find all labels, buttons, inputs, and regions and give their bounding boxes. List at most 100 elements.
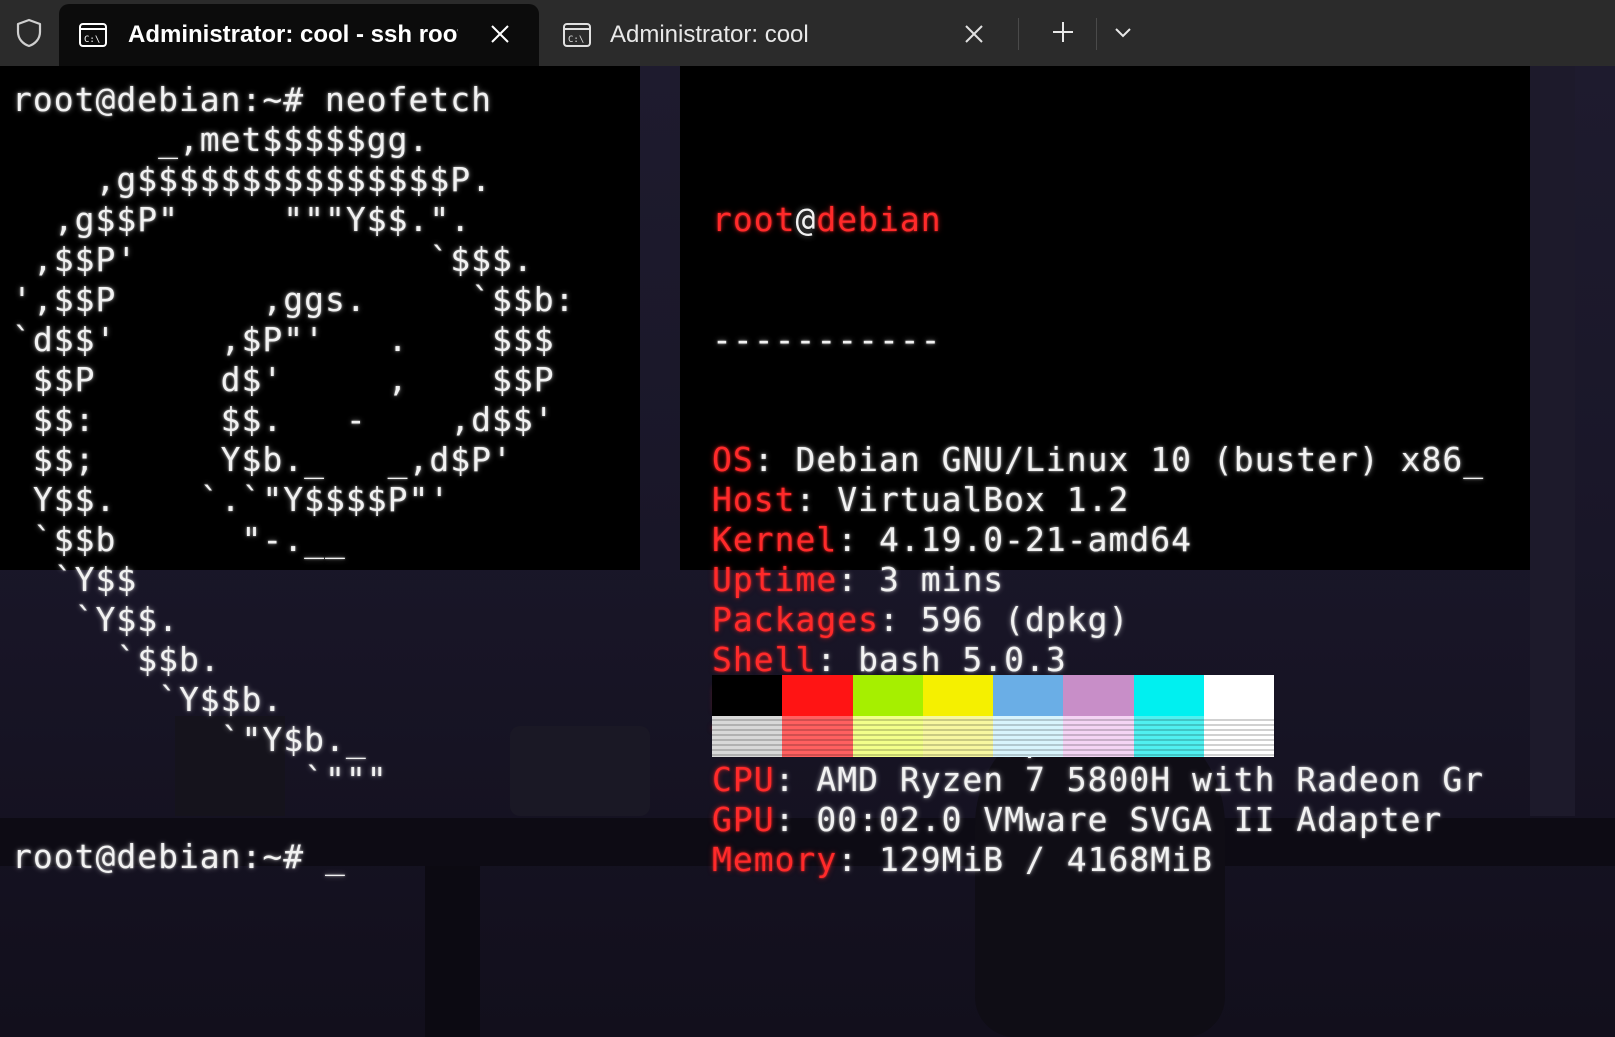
- info-key: GPU: [712, 800, 775, 839]
- info-colon: :: [837, 560, 879, 599]
- info-value: 4.19.0-21-amd64: [878, 520, 1192, 559]
- color-swatch: [993, 675, 1064, 716]
- chevron-down-icon: [1113, 25, 1133, 44]
- color-swatch: [1133, 716, 1204, 757]
- terminal-pane[interactable]: root@debian:~# neofetch _,met$$$$$gg. ,g…: [0, 66, 1615, 1037]
- info-value: 00:02.0 VMware SVGA II Adapter: [816, 800, 1443, 839]
- color-palette: [712, 675, 1274, 757]
- separator: -----------: [712, 320, 942, 359]
- ascii-logo-line: `Y$$b.: [12, 680, 284, 719]
- shield-icon: [0, 0, 58, 66]
- command-line: root@debian:~# neofetch: [12, 80, 492, 120]
- info-key: Memory: [712, 840, 838, 879]
- info-key: Host: [712, 480, 796, 519]
- ascii-logo-line: `d$$' ,$P"' . $$$: [12, 320, 555, 359]
- color-swatch: [1133, 675, 1204, 716]
- ascii-logo-line: `Y$$: [12, 560, 138, 599]
- info-row: CPU: AMD Ryzen 7 5800H with Radeon Gr: [712, 760, 1484, 800]
- ascii-logo-line: `Y$$.: [12, 600, 179, 639]
- terminal-icon: C:\: [79, 23, 107, 47]
- ascii-logo-line: `"Y$b._: [12, 720, 367, 759]
- svg-text:C:\: C:\: [84, 35, 100, 45]
- color-swatch: [712, 716, 783, 757]
- user-host: root@debian: [712, 200, 1484, 240]
- prompt: root@debian:~#: [12, 837, 326, 876]
- command: neofetch: [325, 80, 492, 119]
- color-swatch: [1063, 716, 1134, 757]
- close-icon[interactable]: [963, 23, 985, 45]
- info-key: Shell: [712, 640, 817, 679]
- color-swatch: [852, 675, 923, 716]
- info-value: Debian GNU/Linux 10 (buster) x86_: [795, 440, 1485, 479]
- prompt: root@debian:~#: [12, 80, 326, 119]
- ascii-logo-line: ',$$P ,ggs. `$$b:: [12, 280, 576, 319]
- system-info: root@debian ----------- OS: Debian GNU/L…: [712, 120, 1484, 960]
- ascii-logo-line: _,met$$$$$gg.: [12, 120, 430, 159]
- info-colon: :: [878, 600, 921, 639]
- new-tab-button[interactable]: [1045, 19, 1081, 49]
- tab-title: Administrator: cool: [610, 21, 809, 48]
- command-line[interactable]: root@debian:~# _: [12, 837, 346, 877]
- at-sign: @: [795, 200, 817, 239]
- background-frame: [1530, 66, 1575, 816]
- info-colon: :: [837, 520, 879, 559]
- info-row: Memory: 129MiB / 4168MiB: [712, 840, 1484, 880]
- info-row: Kernel: 4.19.0-21-amd64: [712, 520, 1484, 560]
- info-colon: :: [774, 760, 817, 799]
- color-swatch: [852, 716, 923, 757]
- tab-cool[interactable]: C:\ Administrator: cool: [543, 4, 1013, 66]
- info-value: 129MiB / 4168MiB: [878, 840, 1213, 879]
- tab-bar: C:\ Administrator: cool - ssh root C:\ A…: [0, 0, 1615, 66]
- info-row: OS: Debian GNU/Linux 10 (buster) x86_: [712, 440, 1484, 480]
- info-key: Kernel: [712, 520, 838, 559]
- info-colon: :: [753, 440, 796, 479]
- tab-title: Administrator: cool - ssh root: [128, 21, 458, 48]
- info-value: bash 5.0.3: [858, 640, 1067, 679]
- plus-icon: [1051, 20, 1075, 49]
- close-icon[interactable]: [489, 23, 511, 45]
- cursor: _: [325, 837, 346, 876]
- info-row: GPU: 00:02.0 VMware SVGA II Adapter: [712, 800, 1484, 840]
- info-value: AMD Ryzen 7 5800H with Radeon Gr: [816, 760, 1485, 799]
- info-row: Shell: bash 5.0.3: [712, 640, 1484, 680]
- info-key: CPU: [712, 760, 775, 799]
- info-key: OS: [712, 440, 754, 479]
- color-swatch: [1063, 675, 1134, 716]
- ascii-logo-line: ,g$$$$$$$$$$$$$$$P.: [12, 160, 492, 199]
- debian-ascii-logo: _,met$$$$$gg. ,g$$$$$$$$$$$$$$$P. ,g$$P"…: [12, 120, 575, 800]
- color-swatch: [922, 716, 993, 757]
- ascii-logo-line: $$P d$' , $$P: [12, 360, 555, 399]
- background-desk-leg: [425, 866, 480, 1037]
- color-swatch: [922, 675, 993, 716]
- info-value: 596 (dpkg): [920, 600, 1130, 639]
- info-colon: :: [837, 840, 879, 879]
- color-swatch: [782, 716, 853, 757]
- info-row: Host: VirtualBox 1.2: [712, 480, 1484, 520]
- ascii-logo-line: $$: $$. - ,d$$': [12, 400, 555, 439]
- info-colon: :: [774, 800, 817, 839]
- hostname: debian: [816, 200, 942, 239]
- info-value: VirtualBox 1.2: [837, 480, 1130, 519]
- color-swatch: [993, 716, 1064, 757]
- ascii-logo-line: `$$b.: [12, 640, 221, 679]
- ascii-logo-line: ,g$$P" """Y$$.".: [12, 200, 472, 239]
- info-key: Packages: [712, 600, 879, 639]
- color-swatch: [712, 675, 783, 716]
- ascii-logo-line: Y$$. `.`"Y$$$$P"': [12, 480, 451, 519]
- ascii-logo-line: ,$$P' `$$$.: [12, 240, 534, 279]
- color-swatch: [782, 675, 853, 716]
- tab-ssh-root[interactable]: C:\ Administrator: cool - ssh root: [59, 4, 539, 66]
- info-value: 3 mins: [878, 560, 1005, 599]
- info-colon: :: [816, 640, 859, 679]
- tab-dropdown-button[interactable]: [1108, 19, 1138, 49]
- color-swatch: [1203, 716, 1274, 757]
- info-key: Uptime: [712, 560, 838, 599]
- info-row: Uptime: 3 mins: [712, 560, 1484, 600]
- svg-text:C:\: C:\: [568, 35, 584, 45]
- terminal-icon: C:\: [563, 23, 591, 47]
- tab-divider: [1018, 18, 1019, 50]
- color-swatch: [1203, 675, 1274, 716]
- info-fields: OS: Debian GNU/Linux 10 (buster) x86_ Hos…: [712, 440, 1484, 880]
- ascii-logo-line: $$; Y$b._ _,d$P': [12, 440, 513, 479]
- tab-divider: [1096, 18, 1097, 50]
